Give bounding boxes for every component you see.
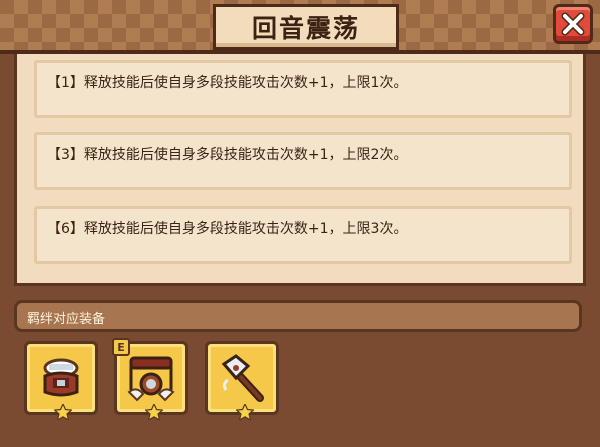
helmet-icon — [43, 358, 79, 397]
star-icon — [236, 404, 254, 420]
star-icon — [145, 404, 163, 420]
effect-tier-3: 【3】释放技能后使自身多段技能攻击次数+1，上限2次。 — [34, 132, 572, 190]
effect-text: 【6】释放技能后使自身多段技能攻击次数+1，上限3次。 — [47, 221, 408, 237]
dialog-header: 回音震荡 — [0, 0, 600, 54]
hammer-icon — [221, 354, 264, 402]
effect-tier-1: 【1】释放技能后使自身多段技能攻击次数+1，上限1次。 — [34, 60, 572, 118]
effect-text: 【1】释放技能后使自身多段技能攻击次数+1，上限1次。 — [47, 75, 408, 91]
dialog-title: 回音震荡 — [251, 14, 360, 43]
equipment-rank-badge: E — [112, 338, 130, 356]
effect-tier-6: 【6】释放技能后使自身多段技能攻击次数+1，上限3次。 — [34, 206, 572, 264]
bond-label: 羁绊对应装备 — [27, 312, 106, 327]
belt-icon — [127, 356, 175, 402]
title-plate: 回音震荡 — [213, 4, 399, 50]
close-x-icon — [561, 12, 585, 36]
star-icon — [54, 404, 72, 420]
bond-equipment-header: 羁绊对应装备 — [14, 300, 582, 332]
close-button[interactable] — [553, 4, 593, 44]
effect-text: 【3】释放技能后使自身多段技能攻击次数+1，上限2次。 — [47, 147, 408, 163]
effects-panel: 【1】释放技能后使自身多段技能攻击次数+1，上限1次。 【3】释放技能后使自身多… — [14, 54, 586, 286]
